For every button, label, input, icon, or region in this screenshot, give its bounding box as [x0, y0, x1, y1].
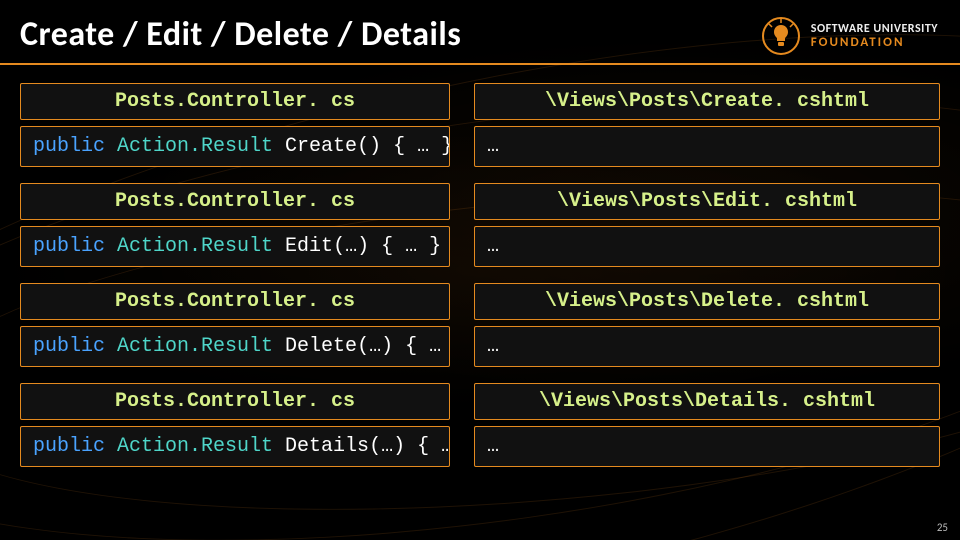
table-row: Posts.Controller. cs public Action.Resul…: [20, 383, 940, 467]
view-body: …: [474, 326, 940, 367]
view-file-label: \Views\Posts\Delete. cshtml: [474, 283, 940, 320]
controller-file-label: Posts.Controller. cs: [20, 383, 450, 420]
lightbulb-gear-icon: [761, 16, 801, 56]
table-row: Posts.Controller. cs public Action.Resul…: [20, 83, 940, 167]
view-body: …: [474, 126, 940, 167]
logo-line1: SOFTWARE UNIVERSITY: [811, 23, 938, 35]
logo-line2: FOUNDATION: [811, 35, 938, 49]
code-snippet: public Action.Result Create() { … }: [20, 126, 450, 167]
header: Create / Edit / Delete / Details SOFTWAR…: [0, 0, 960, 65]
table-row: Posts.Controller. cs public Action.Resul…: [20, 183, 940, 267]
code-snippet: public Action.Result Details(…) { … }: [20, 426, 450, 467]
view-file-label: \Views\Posts\Edit. cshtml: [474, 183, 940, 220]
logo: SOFTWARE UNIVERSITY FOUNDATION: [761, 16, 938, 56]
view-file-label: \Views\Posts\Details. cshtml: [474, 383, 940, 420]
controller-file-label: Posts.Controller. cs: [20, 83, 450, 120]
view-body: …: [474, 226, 940, 267]
code-snippet: public Action.Result Edit(…) { … }: [20, 226, 450, 267]
view-body: …: [474, 426, 940, 467]
content: Posts.Controller. cs public Action.Resul…: [0, 65, 960, 467]
page-number: 25: [937, 521, 948, 534]
controller-file-label: Posts.Controller. cs: [20, 283, 450, 320]
table-row: Posts.Controller. cs public Action.Resul…: [20, 283, 940, 367]
controller-file-label: Posts.Controller. cs: [20, 183, 450, 220]
code-snippet: public Action.Result Delete(…) { … }: [20, 326, 450, 367]
logo-text: SOFTWARE UNIVERSITY FOUNDATION: [811, 23, 938, 49]
view-file-label: \Views\Posts\Create. cshtml: [474, 83, 940, 120]
